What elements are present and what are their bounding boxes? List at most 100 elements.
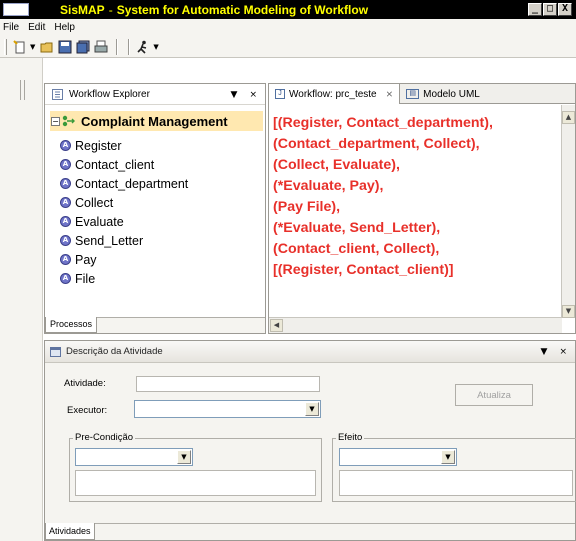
activity-icon: A — [60, 159, 71, 170]
tab-workflow-prc-teste[interactable]: J Workflow: prc_teste ⨯ — [269, 84, 401, 104]
precondicao-label: Pre-Condição — [73, 432, 136, 443]
app-icon — [3, 3, 29, 16]
tree-item-send-letter[interactable]: A Send_Letter — [60, 231, 188, 250]
maximize-button[interactable]: □ — [543, 3, 557, 16]
activity-list: A Register A Contact_client A Contact_depar… — [60, 136, 188, 288]
activity-icon: A — [60, 254, 71, 265]
menu-file[interactable]: File — [3, 22, 19, 33]
view-menu-icon[interactable]: ▼ — [231, 90, 238, 100]
chevron-down-icon[interactable]: ▼ — [305, 402, 319, 416]
window-controls: _ □ X — [528, 3, 572, 16]
workflow-explorer-view: Workflow Explorer ▼ × − Complaint Manage… — [44, 83, 266, 334]
close-view-icon[interactable]: × — [559, 347, 567, 357]
collapse-icon[interactable]: − — [51, 116, 60, 126]
save-icon[interactable] — [57, 40, 72, 54]
tab-atividades[interactable]: Atividades — [45, 523, 95, 540]
description-title: Descrição da Atividade — [66, 346, 163, 357]
chevron-down-icon[interactable]: ▼ — [441, 450, 455, 464]
atividade-input[interactable] — [136, 376, 320, 392]
tree-root-complaint-management[interactable]: − Complaint Management — [50, 111, 263, 131]
java-file-icon: J — [275, 89, 285, 99]
tree-item-contact-client[interactable]: A Contact_client — [60, 155, 188, 174]
activity-icon: A — [60, 216, 71, 227]
horizontal-scrollbar[interactable]: ◀ — [269, 317, 562, 333]
workflow-line: (*Evaluate, Send_Letter), — [273, 220, 441, 236]
gutter-grip[interactable] — [20, 80, 22, 100]
efeito-select[interactable]: ▼ — [339, 448, 457, 466]
gutter-grip[interactable] — [24, 80, 26, 100]
menu-help[interactable]: Help — [54, 22, 75, 33]
efeito-area[interactable] — [339, 470, 573, 496]
app-description: System for Automatic Modeling of Workflo… — [116, 2, 369, 17]
activity-icon: A — [60, 140, 71, 151]
new-dropdown-arrow-icon[interactable]: ▼ — [30, 43, 35, 51]
explorer-view-icon — [52, 88, 63, 100]
vertical-scrollbar[interactable]: ▲ ▼ — [561, 105, 575, 318]
efeito-label: Efeito — [336, 432, 365, 443]
activity-icon: A — [60, 235, 71, 246]
tab-modelo-uml[interactable]: ▤ Modelo UML — [400, 84, 486, 104]
workflow-line: [(Register, Contact_department), — [273, 115, 493, 131]
precondicao-select[interactable]: ▼ — [75, 448, 193, 466]
run-icon[interactable] — [135, 40, 150, 54]
scroll-left-icon[interactable]: ◀ — [270, 319, 283, 332]
scroll-down-icon[interactable]: ▼ — [562, 305, 575, 318]
toolbar-separator — [116, 38, 119, 55]
explorer-title: Workflow Explorer — [69, 88, 150, 100]
run-dropdown-arrow-icon[interactable]: ▼ — [153, 43, 158, 51]
view-menu-icon[interactable]: ▼ — [541, 347, 548, 357]
efeito-group: Efeito ▼ — [332, 432, 576, 502]
workflow-text-area[interactable]: [(Register, Contact_department), (Contac… — [269, 105, 562, 315]
tree-item-contact-department[interactable]: A Contact_department — [60, 174, 188, 193]
toolbar-separator — [128, 38, 131, 55]
description-footer: Atividades — [45, 523, 575, 540]
tree-item-register[interactable]: A Register — [60, 136, 188, 155]
save-all-icon[interactable] — [75, 40, 90, 54]
close-tab-icon[interactable]: ⨯ — [386, 89, 394, 100]
activity-description-view: Descrição da Atividade ▼ × Atividade: Ex… — [44, 340, 576, 541]
chevron-down-icon[interactable]: ▼ — [177, 450, 191, 464]
uml-icon: ▤ — [406, 89, 420, 99]
menu-edit[interactable]: Edit — [28, 22, 45, 33]
close-view-icon[interactable]: × — [249, 90, 257, 100]
tab-processos[interactable]: Processos — [45, 317, 98, 333]
tree-item-pay[interactable]: A Pay — [60, 250, 188, 269]
toolbar-grip[interactable] — [4, 38, 7, 55]
perspective-gutter — [0, 58, 43, 541]
tree-root-label: Complaint Management — [81, 113, 228, 129]
tree-item-file[interactable]: A File — [60, 269, 188, 288]
open-folder-icon[interactable] — [39, 40, 54, 54]
atividade-label: Atividade: — [64, 378, 106, 389]
editor-tab-bar: J Workflow: prc_teste ⨯ ▤ Modelo UML — [269, 84, 575, 104]
tab-label: Modelo UML — [423, 88, 480, 100]
tab-label: Workflow: prc_teste — [289, 88, 377, 100]
tree-item-evaluate[interactable]: A Evaluate — [60, 212, 188, 231]
window-title-bar: SisMAP - System for Automatic Modeling o… — [0, 0, 576, 19]
print-icon[interactable] — [93, 40, 108, 54]
new-file-icon[interactable] — [12, 39, 27, 54]
activity-icon: A — [60, 178, 71, 189]
precondicao-area[interactable] — [75, 470, 316, 496]
title-separator: - — [108, 2, 113, 17]
workflow-editor: J Workflow: prc_teste ⨯ ▤ Modelo UML [(R… — [268, 83, 576, 334]
toolbar: ▼ ▼ — [0, 36, 576, 58]
workflow-line: (Contact_client, Collect), — [273, 241, 440, 257]
workflow-line: [(Register, Contact_client)] — [273, 262, 454, 278]
minimize-button[interactable]: _ — [528, 3, 542, 16]
form-view-icon — [50, 346, 61, 357]
description-header: Descrição da Atividade ▼ × — [45, 341, 575, 363]
workflow-line: (Contact_department, Collect), — [273, 136, 480, 152]
executor-select[interactable]: ▼ — [134, 400, 321, 418]
tree-item-collect[interactable]: A Collect — [60, 193, 188, 212]
atualiza-button[interactable]: Atualiza — [455, 384, 533, 406]
activity-icon: A — [60, 273, 71, 284]
activity-icon: A — [60, 197, 71, 208]
workflow-line: (Collect, Evaluate), — [273, 157, 400, 173]
scroll-up-icon[interactable]: ▲ — [562, 111, 575, 124]
workflow-line: (*Evaluate, Pay), — [273, 178, 384, 194]
explorer-footer: Processos — [45, 317, 265, 333]
precondicao-group: Pre-Condição ▼ — [69, 432, 322, 502]
app-name: SisMAP — [60, 2, 105, 17]
close-button[interactable]: X — [558, 3, 572, 16]
menu-bar: File Edit Help — [0, 19, 576, 36]
